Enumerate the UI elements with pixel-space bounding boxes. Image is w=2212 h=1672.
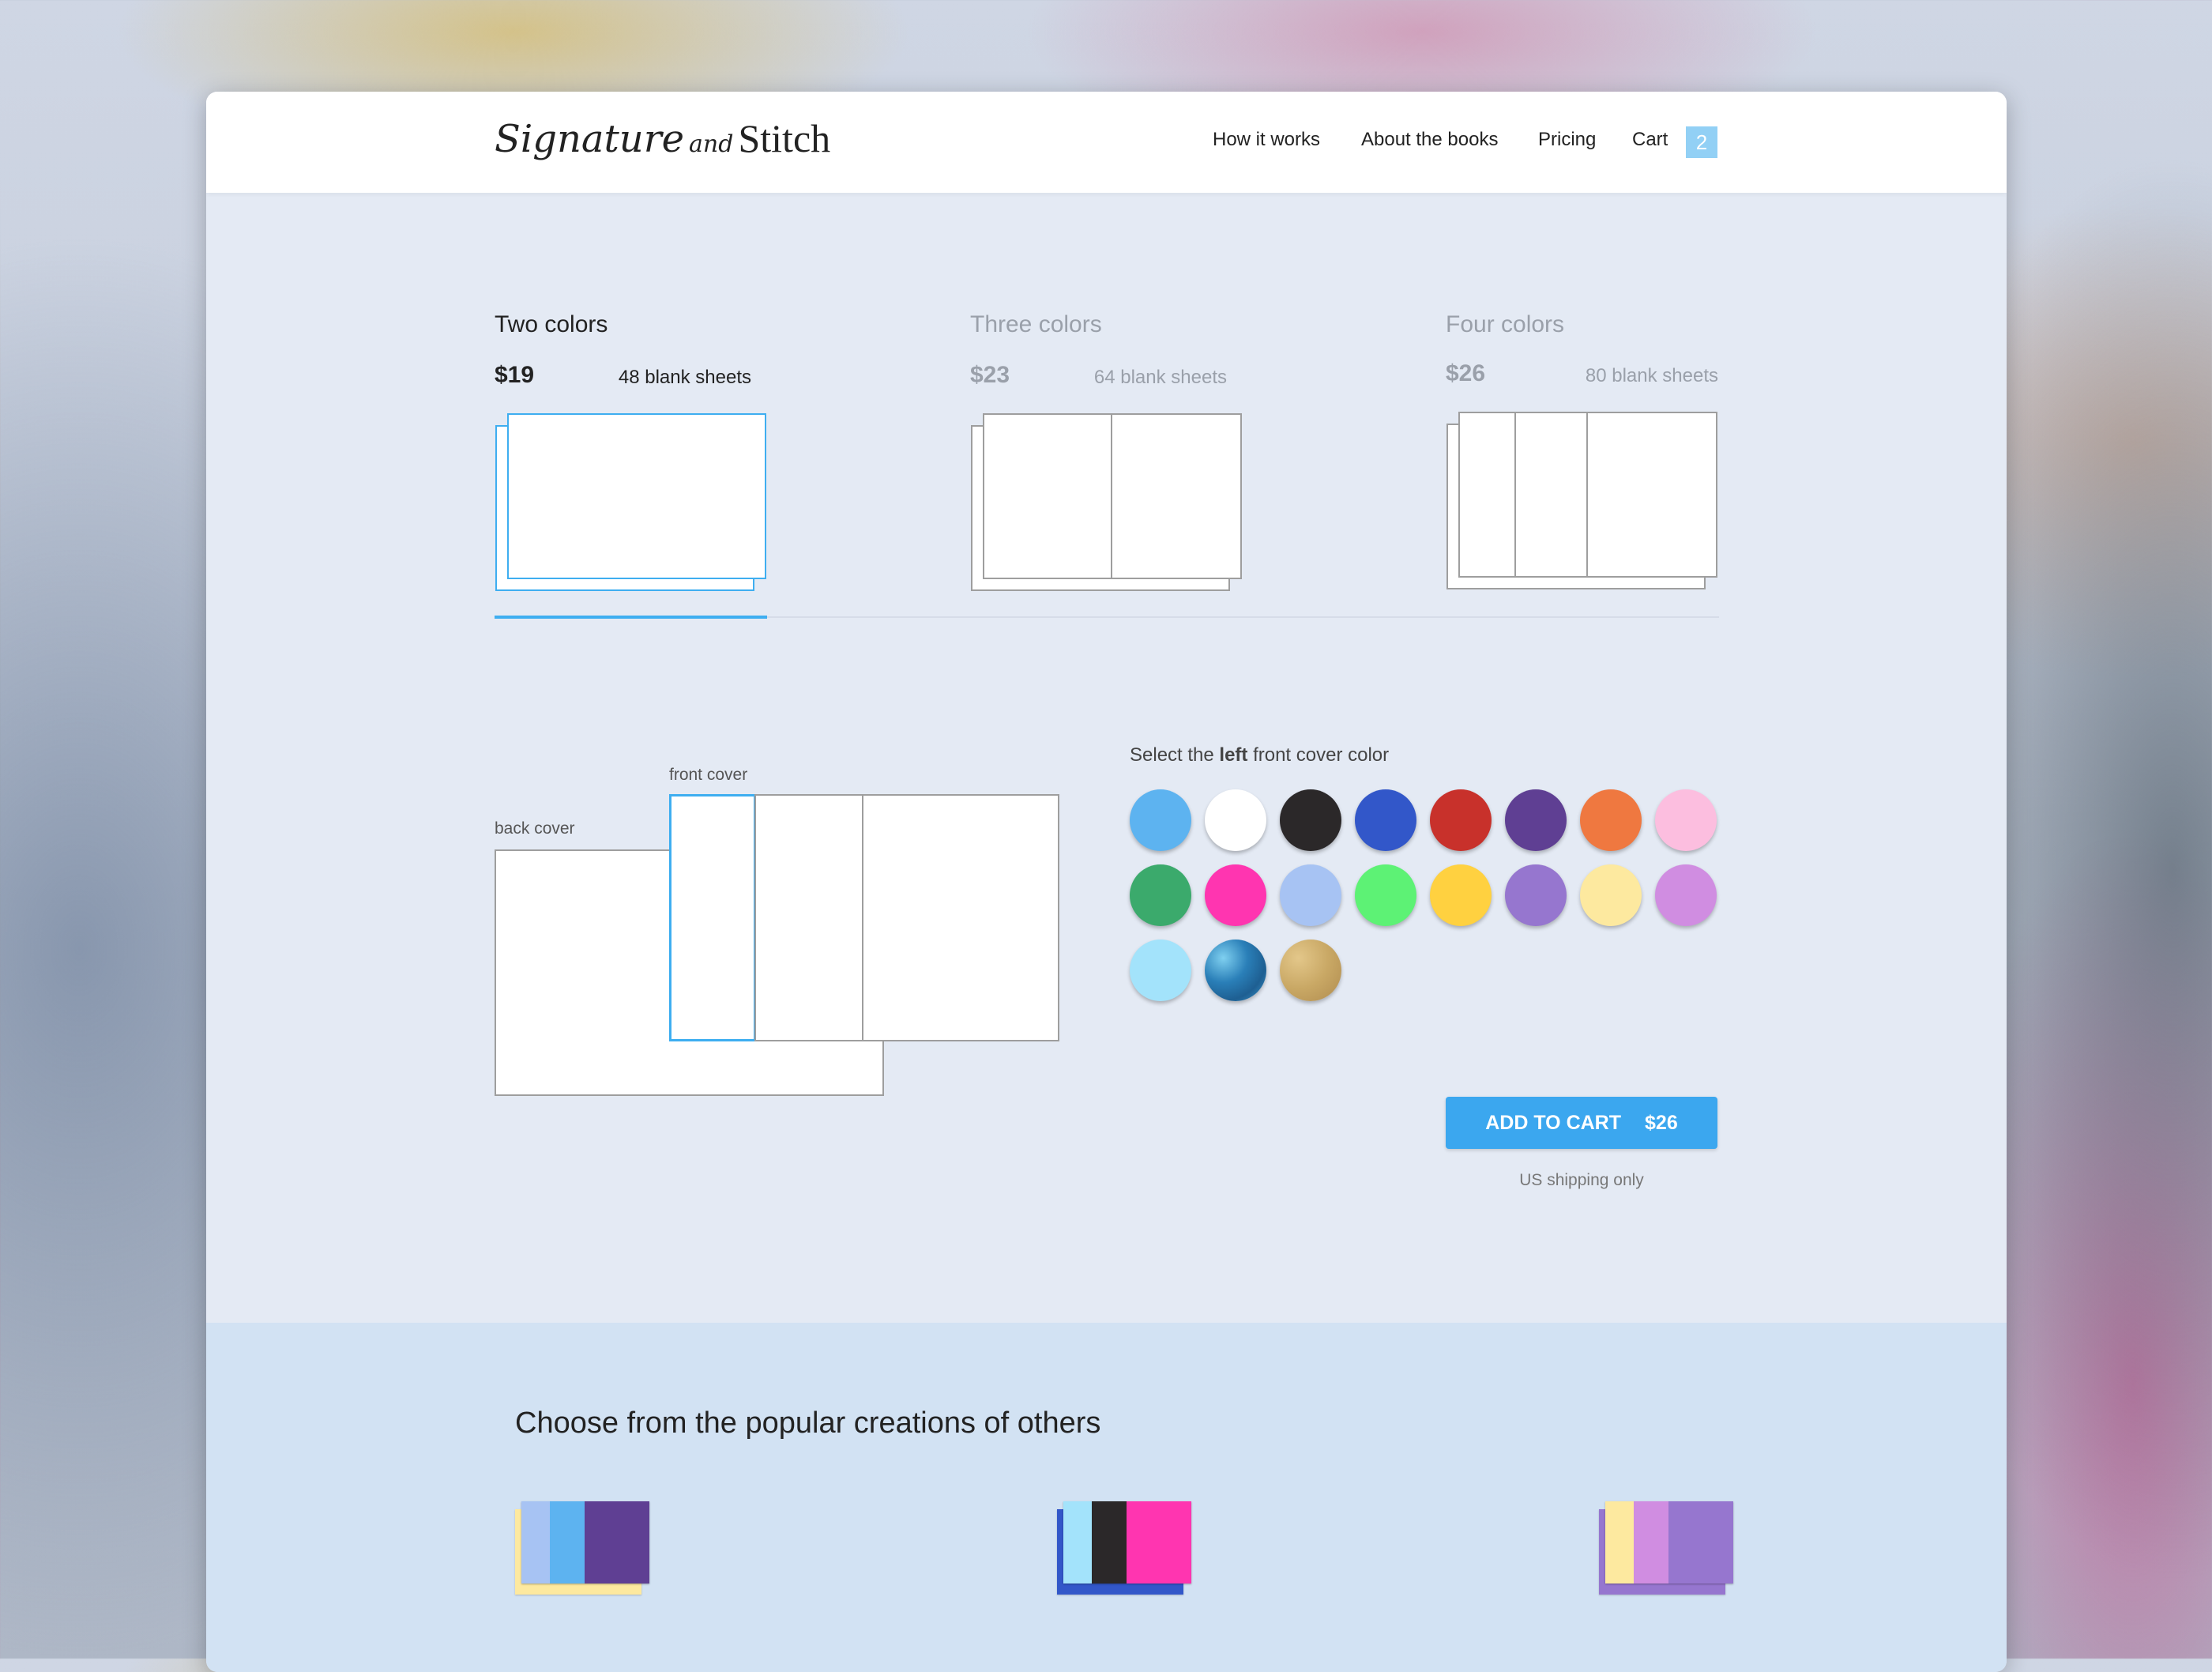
tier-title: Two colors	[495, 311, 608, 337]
tier-price: $19	[495, 362, 535, 388]
tier-sheets: 64 blank sheets	[1093, 367, 1227, 388]
color-swatch-glitter-gold[interactable]	[1280, 940, 1341, 1001]
front-cover-divider	[862, 794, 863, 1041]
tier-divider	[1514, 412, 1516, 578]
logo-stitch: Stitch	[738, 116, 831, 160]
color-swatch[interactable]	[1505, 864, 1567, 926]
popular-front-cover	[1605, 1501, 1733, 1584]
logo[interactable]: Signature and Stitch	[495, 115, 830, 161]
tier-sheets: 48 blank sheets	[618, 367, 751, 388]
color-picker-label: Select the left front cover color	[1130, 744, 1389, 766]
color-swatch[interactable]	[1130, 940, 1191, 1001]
color-swatch[interactable]	[1280, 864, 1341, 926]
nav-about-the-books[interactable]: About the books	[1361, 129, 1498, 151]
color-swatch[interactable]	[1355, 864, 1416, 926]
tier-divider	[1111, 413, 1112, 579]
nav-how-it-works[interactable]: How it works	[1213, 129, 1320, 151]
color-swatch[interactable]	[1355, 789, 1416, 851]
tier-front-sheet	[1458, 412, 1717, 578]
add-to-cart-price: $26	[1645, 1111, 1678, 1134]
color-swatch[interactable]	[1205, 789, 1266, 851]
popular-creation[interactable]	[1599, 1501, 1733, 1596]
picker-suffix: front cover color	[1247, 744, 1390, 766]
color-swatch[interactable]	[1430, 864, 1492, 926]
tier-front-sheet	[983, 413, 1242, 579]
popular-title: Choose from the popular creations of oth…	[515, 1407, 1101, 1440]
picker-bold: left	[1219, 744, 1248, 766]
color-swatch[interactable]	[1655, 789, 1717, 851]
popular-front-cover	[521, 1501, 649, 1584]
color-swatch[interactable]	[1130, 864, 1191, 926]
tier-title: Four colors	[1446, 311, 1565, 337]
popular-color-band	[1092, 1501, 1127, 1584]
tier-price: $26	[1446, 360, 1486, 386]
popular-color-band	[550, 1501, 585, 1584]
popular-front-cover	[1063, 1501, 1191, 1584]
tier-divider	[1586, 412, 1588, 578]
popular-color-band	[1063, 1501, 1092, 1584]
popular-creation[interactable]	[515, 1501, 649, 1596]
color-swatch[interactable]	[1430, 789, 1492, 851]
popular-color-band	[1127, 1501, 1191, 1584]
cart-count-badge[interactable]: 2	[1686, 126, 1717, 158]
tier-sheets: 80 blank sheets	[1585, 365, 1718, 386]
color-swatch[interactable]	[1205, 864, 1266, 926]
front-cover-left-section[interactable]	[669, 794, 756, 1041]
color-swatch[interactable]	[1655, 864, 1717, 926]
add-to-cart-button[interactable]: ADD TO CART $26	[1446, 1097, 1717, 1149]
shipping-note: US shipping only	[1519, 1171, 1644, 1189]
logo-signature: Signature	[495, 117, 685, 161]
popular-color-band	[521, 1501, 550, 1584]
tier-price: $23	[970, 362, 1010, 388]
color-swatch[interactable]	[1130, 789, 1191, 851]
front-cover-label: front cover	[669, 766, 748, 784]
tier-selected-indicator	[495, 616, 767, 619]
add-to-cart-label: ADD TO CART	[1485, 1111, 1622, 1134]
front-cover-divider	[754, 794, 756, 1041]
site-header: Signature and Stitch How it works About th…	[206, 92, 2007, 193]
popular-color-band	[1605, 1501, 1634, 1584]
tier-front-sheet	[507, 413, 766, 579]
tier-title: Three colors	[970, 311, 1102, 337]
nav-cart[interactable]: Cart	[1632, 129, 1668, 151]
popular-color-band	[1668, 1501, 1733, 1584]
picker-prefix: Select the	[1130, 744, 1220, 766]
color-swatch[interactable]	[1280, 789, 1341, 851]
main-card: Signature and Stitch How it works About th…	[206, 92, 2007, 1672]
popular-section: Choose from the popular creations of oth…	[206, 1323, 2007, 1672]
popular-creation[interactable]	[1057, 1501, 1191, 1596]
back-cover-label: back cover	[495, 819, 575, 838]
nav-pricing[interactable]: Pricing	[1538, 129, 1596, 151]
logo-and: and	[689, 130, 734, 158]
popular-color-band	[1634, 1501, 1668, 1584]
color-swatch[interactable]	[1580, 864, 1642, 926]
color-swatch[interactable]	[1580, 789, 1642, 851]
color-swatch[interactable]	[1505, 789, 1567, 851]
color-swatch-glitter-blue[interactable]	[1205, 940, 1266, 1001]
popular-color-band	[585, 1501, 649, 1584]
